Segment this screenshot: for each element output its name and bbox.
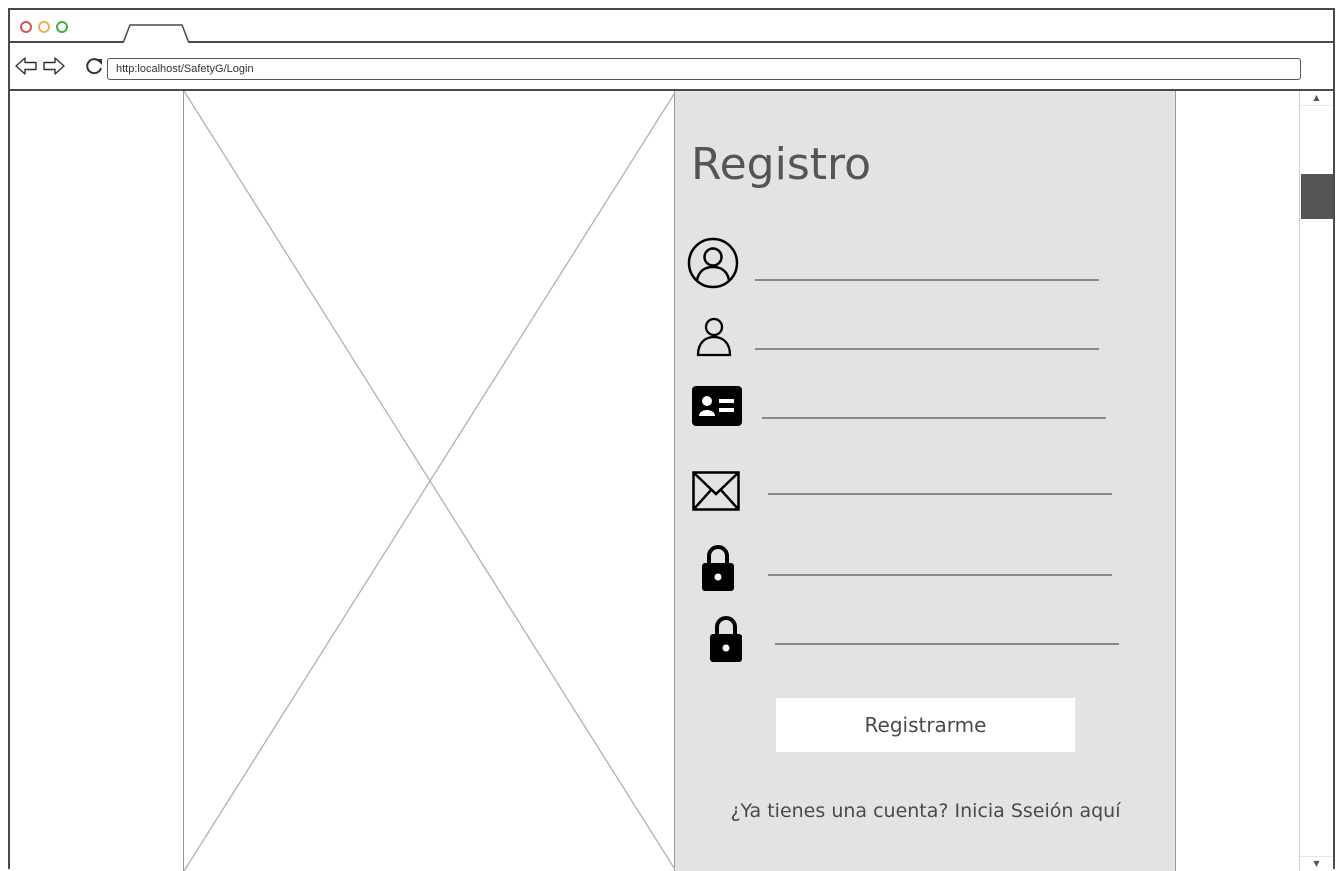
vertical-scrollbar[interactable]: ▲ ▼ <box>1299 91 1333 871</box>
scroll-up-arrow-icon[interactable]: ▲ <box>1300 91 1333 106</box>
image-placeholder-cross <box>184 91 676 871</box>
email-field[interactable] <box>768 493 1112 495</box>
full-name-field[interactable] <box>755 279 1099 281</box>
minimize-window-button[interactable] <box>38 21 50 33</box>
image-placeholder <box>183 91 676 871</box>
page-title: Registro <box>691 139 872 190</box>
envelope-icon <box>692 471 740 511</box>
lock-icon <box>702 545 734 591</box>
username-field[interactable] <box>755 348 1099 350</box>
id-card-icon <box>692 386 742 426</box>
arrow-left-icon[interactable] <box>14 56 38 76</box>
arrow-right-icon[interactable] <box>42 56 66 76</box>
user-icon <box>696 317 732 357</box>
address-bar[interactable]: http:localhost/SafetyG/Login <box>107 58 1301 80</box>
register-button[interactable]: Registrarme <box>776 698 1075 752</box>
register-panel: Registro Registrarme ¿Ya tienes una cuen… <box>675 91 1176 871</box>
maximize-window-button[interactable] <box>56 21 68 33</box>
navigation-bar: http:localhost/SafetyG/Login <box>10 43 1333 91</box>
login-link[interactable]: ¿Ya tienes una cuenta? Inicia Sseión aqu… <box>675 800 1176 822</box>
reload-icon[interactable] <box>84 56 106 76</box>
confirm-password-field[interactable] <box>775 643 1119 645</box>
scroll-thumb[interactable] <box>1301 174 1333 219</box>
page-content: Registro Registrarme ¿Ya tienes una cuen… <box>10 91 1333 871</box>
browser-tab[interactable] <box>122 23 190 43</box>
user-circle-icon <box>687 237 739 289</box>
title-bar <box>10 10 1333 43</box>
password-field[interactable] <box>768 574 1112 576</box>
close-window-button[interactable] <box>20 21 32 33</box>
browser-window: http:localhost/SafetyG/Login Registro Re… <box>8 8 1335 871</box>
id-number-field[interactable] <box>762 417 1106 419</box>
lock-icon <box>710 616 742 662</box>
